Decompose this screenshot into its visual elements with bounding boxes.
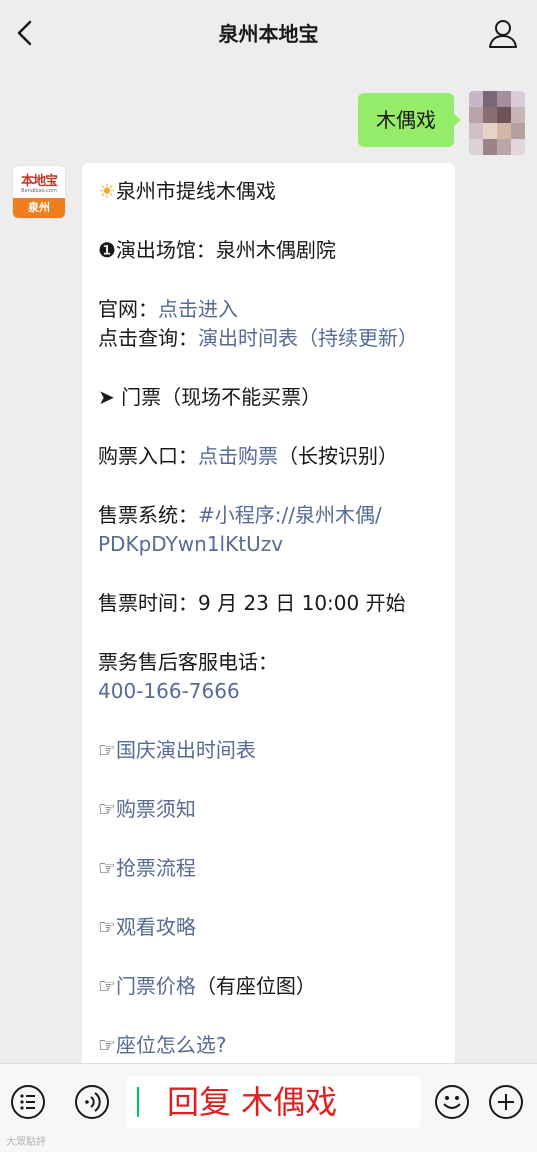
reply-message-bubble: ☀泉州市提线木偶戏 ❶演出场馆：泉州木偶剧院 官网：点击进入 点击查询：演出时间… [82,163,455,1073]
link-line-purchase-notice: ☞购票须知 [98,795,439,824]
ticket-price-link[interactable]: 门票价格 [116,974,196,998]
sale-time-line: 售票时间：9 月 23 日 10:00 开始 [98,591,406,615]
seat-choice-link[interactable]: 座位怎么选? [116,1033,227,1057]
purchase-notice-link[interactable]: 购票须知 [116,797,196,821]
pointing-hand-icon: ☞ [98,915,116,939]
venue-line: ❶演出场馆：泉州木偶剧院 [98,238,336,262]
text-cursor [137,1087,139,1117]
schedule-line: 点击查询：演出时间表（持续更新） [98,324,439,353]
plus-icon[interactable] [488,1084,524,1120]
link-line-viewing-guide: ☞观看攻略 [98,913,439,942]
purchase-label: 购票入口： [98,444,198,468]
website-label: 官网： [98,297,158,321]
emoji-icon[interactable] [434,1084,470,1120]
watermark: 大眾點評 [6,1137,46,1148]
service-phone-link[interactable]: 400-166-7666 [98,679,240,703]
typed-text: 回复 木偶戏 [167,1083,338,1121]
avatar-logo-text: 本地宝 [20,174,58,189]
account-avatar[interactable]: 本地宝 Bendibao.com 泉州 [12,165,66,219]
avatar-logo-subtext: Bendibao.com [21,188,57,194]
purchase-link[interactable]: 点击购票 [198,444,278,468]
pointing-hand-icon: ☞ [98,1033,116,1057]
link-line-grab-process: ☞抢票流程 [98,854,439,883]
chat-title: 泉州本地宝 [218,22,319,46]
system-line: 售票系统：#小程序://泉州木偶/ [98,501,439,530]
user-avatar[interactable] [469,91,525,155]
pointing-hand-icon: ☞ [98,974,116,998]
link-line-holiday-schedule: ☞国庆演出时间表 [98,736,439,765]
menu-list-icon[interactable] [10,1084,46,1120]
system-label: 售票系统： [98,503,198,527]
reply-title: 泉州市提线木偶戏 [115,179,276,203]
link-line-seat-choice: ☞座位怎么选? [98,1031,439,1060]
message-input[interactable]: 回复 木偶戏 [127,1076,421,1128]
purchase-line: 购票入口：点击购票（长按识别） [98,442,439,471]
system-link-part2[interactable]: PDKpDYwn1lKtUzv [98,532,283,556]
ticket-price-note: （有座位图） [195,974,316,998]
voice-icon[interactable] [74,1084,110,1120]
link-line-ticket-price: ☞门票价格（有座位图） [98,972,439,1001]
user-message-bubble[interactable]: 木偶戏 [358,93,461,147]
chat-header: 泉州本地宝 [0,0,537,66]
viewing-guide-link[interactable]: 观看攻略 [116,915,196,939]
service-phone-line: 400-166-7666 [98,677,439,706]
service-label: 票务售后客服电话： [98,650,278,674]
reply-title-line: ☀泉州市提线木偶戏 [98,177,439,206]
input-bar: 回复 木偶戏 大眾點評 [0,1063,537,1152]
avatar-city-label: 泉州 [13,198,65,218]
system-link-part1[interactable]: #小程序://泉州木偶/ [198,503,382,527]
system-line-2: PDKpDYwn1lKtUzv [98,530,439,559]
pointing-hand-icon: ☞ [98,856,116,880]
purchase-note: （长按识别） [278,444,398,468]
schedule-link[interactable]: 演出时间表（持续更新） [198,326,418,350]
pointing-hand-icon: ☞ [98,738,116,762]
profile-icon[interactable] [487,17,519,49]
grab-ticket-process-link[interactable]: 抢票流程 [116,856,196,880]
ticket-heading: ➤ 门票（现场不能买票） [98,385,322,409]
sun-icon: ☀ [98,179,116,203]
schedule-label: 点击查询： [98,326,198,350]
website-link[interactable]: 点击进入 [158,297,238,321]
pointing-hand-icon: ☞ [98,797,116,821]
website-line: 官网：点击进入 [98,295,439,324]
holiday-schedule-link[interactable]: 国庆演出时间表 [116,738,256,762]
